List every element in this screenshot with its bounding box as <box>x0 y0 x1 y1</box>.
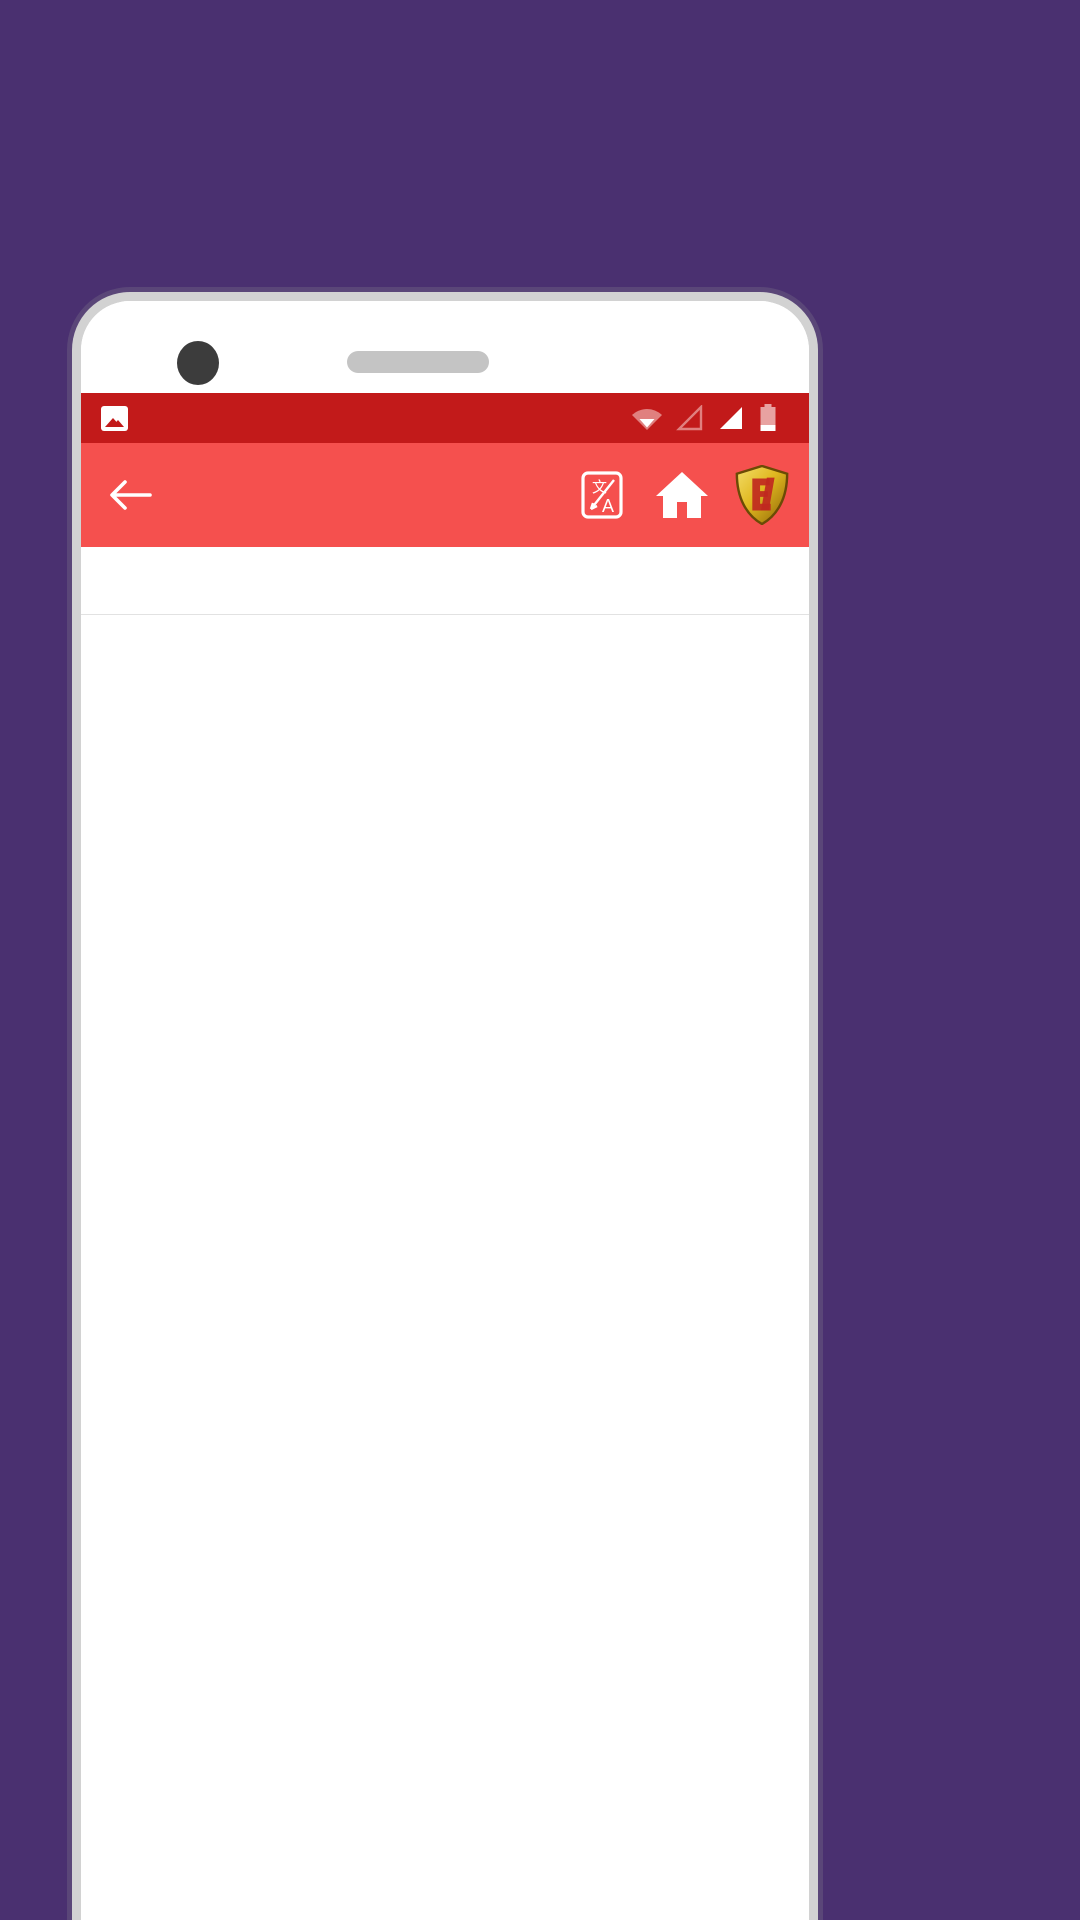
front-camera-icon <box>177 341 219 385</box>
vocabulary-table[interactable] <box>81 547 809 1920</box>
back-button[interactable] <box>101 466 159 524</box>
phone-screen: 文 A <box>81 301 809 1920</box>
ev-shield-logo <box>735 465 789 525</box>
back-arrow-icon <box>110 480 152 510</box>
app-logo-button[interactable] <box>733 465 791 525</box>
translate-button[interactable]: 文 A <box>573 466 631 524</box>
android-status-bar <box>81 393 809 443</box>
phone-top-bezel <box>81 301 809 393</box>
status-bar-notifications <box>101 405 128 431</box>
phone-mockup: 文 A <box>72 292 818 1920</box>
gallery-icon <box>101 405 128 431</box>
app-bar-actions: 文 A <box>573 465 795 525</box>
wifi-icon <box>631 405 663 431</box>
signal-full-icon <box>717 405 745 431</box>
status-bar-system-icons <box>631 404 793 432</box>
translate-icon: 文 A <box>581 471 623 519</box>
earpiece-speaker <box>347 351 489 373</box>
app-bar-titles <box>173 494 573 497</box>
home-icon <box>656 472 708 518</box>
svg-text:A: A <box>602 496 614 516</box>
home-button[interactable] <box>653 466 711 524</box>
table-header-row <box>81 547 809 615</box>
app-bar: 文 A <box>81 443 809 547</box>
battery-icon <box>758 404 778 432</box>
signal-empty-icon <box>676 405 704 431</box>
